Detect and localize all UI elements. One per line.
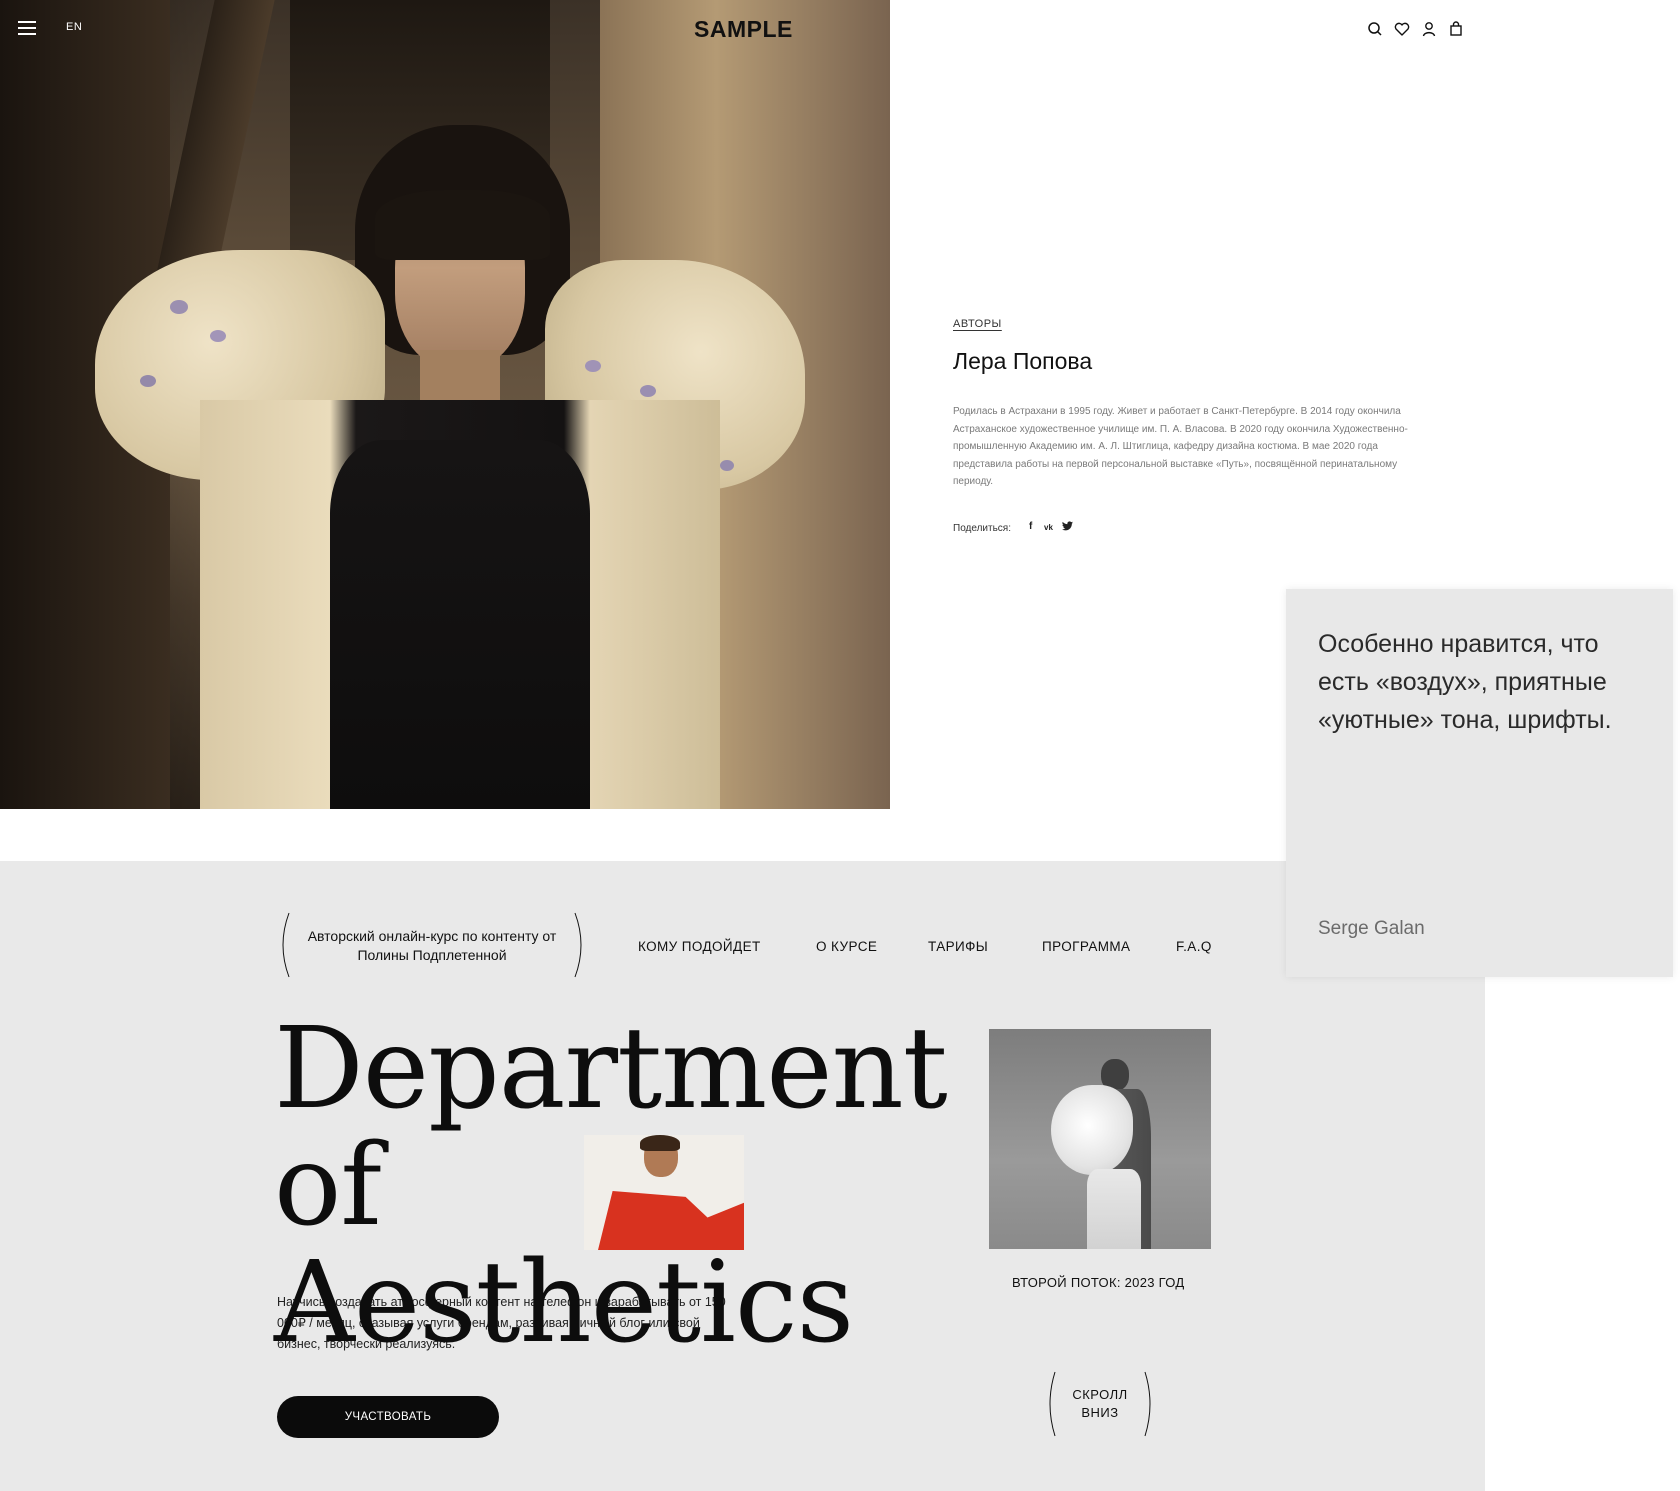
course-title-line2: of Aesthetics: [274, 1121, 854, 1368]
testimonial-text: Особенно нравится, что есть «воздух», пр…: [1318, 630, 1612, 734]
share-label: Поделиться:: [953, 523, 1011, 534]
author-name: Лера Попова: [953, 348, 1093, 374]
twitter-icon[interactable]: [1062, 521, 1073, 531]
course-title-line1: Department: [274, 1004, 948, 1134]
site-logo[interactable]: SAMPLE: [694, 16, 793, 43]
photo-flower-6: [720, 460, 734, 471]
testimonial-card: Особенно нравится, что есть «воздух», пр…: [1286, 589, 1673, 977]
language-switch[interactable]: EN: [66, 21, 82, 33]
photo-flower-3: [140, 375, 156, 387]
menu-icon[interactable]: [18, 21, 36, 35]
nav-tariffs[interactable]: ТАРИФЫ: [928, 939, 988, 954]
scroll-right-bracket: [1144, 1371, 1151, 1437]
nav-for-whom[interactable]: КОМУ ПОДОЙДЕТ: [638, 939, 761, 954]
scroll-left-bracket: [1049, 1371, 1056, 1437]
photo-black-top: [330, 440, 590, 809]
facebook-icon[interactable]: f: [1029, 521, 1032, 532]
photo-bangs: [375, 190, 550, 260]
authors-link[interactable]: АВТОРЫ: [953, 318, 1002, 330]
course-photo: [989, 1029, 1211, 1249]
photo-flower-2: [210, 330, 226, 342]
course-photo-dress: [1087, 1169, 1141, 1249]
course-section: Авторский онлайн-курс по контенту от Пол…: [0, 861, 1485, 1491]
photo-flower-5: [640, 385, 656, 397]
nav-about-course[interactable]: О КУРСЕ: [816, 939, 877, 954]
scroll-down-text: СКРОЛЛ ВНИЗ: [1072, 1387, 1128, 1420]
course-title: Department of Aesthetics: [274, 1004, 948, 1368]
badge-left-bracket: [282, 912, 290, 978]
photo-flower-4: [585, 360, 601, 372]
badge-right-bracket: [574, 912, 582, 978]
course-badge-text: Авторский онлайн-курс по контенту от Пол…: [307, 928, 557, 963]
nav-faq[interactable]: F.A.Q: [1176, 939, 1212, 954]
search-icon[interactable]: [1366, 20, 1384, 38]
heart-icon[interactable]: [1393, 20, 1411, 38]
testimonial-author: Serge Galan: [1318, 918, 1425, 939]
stream-label: ВТОРОЙ ПОТОК: 2023 ГОД: [1012, 1275, 1185, 1290]
user-icon[interactable]: [1420, 20, 1438, 38]
scroll-down-button[interactable]: СКРОЛЛ ВНИЗ: [1045, 1371, 1155, 1437]
hero-photo: [0, 0, 890, 809]
bag-icon[interactable]: [1447, 20, 1465, 38]
participate-button[interactable]: УЧАСТВОВАТЬ: [277, 1396, 499, 1438]
author-bio: Родилась в Астрахани в 1995 году. Живет …: [953, 406, 1408, 487]
vk-icon[interactable]: vk: [1044, 523, 1053, 532]
nav-program[interactable]: ПРОГРАММА: [1042, 939, 1130, 954]
course-photo-ruffle: [1051, 1085, 1133, 1175]
photo-flower-1: [170, 300, 188, 314]
course-badge: Авторский онлайн-курс по контенту от Пол…: [277, 912, 587, 978]
